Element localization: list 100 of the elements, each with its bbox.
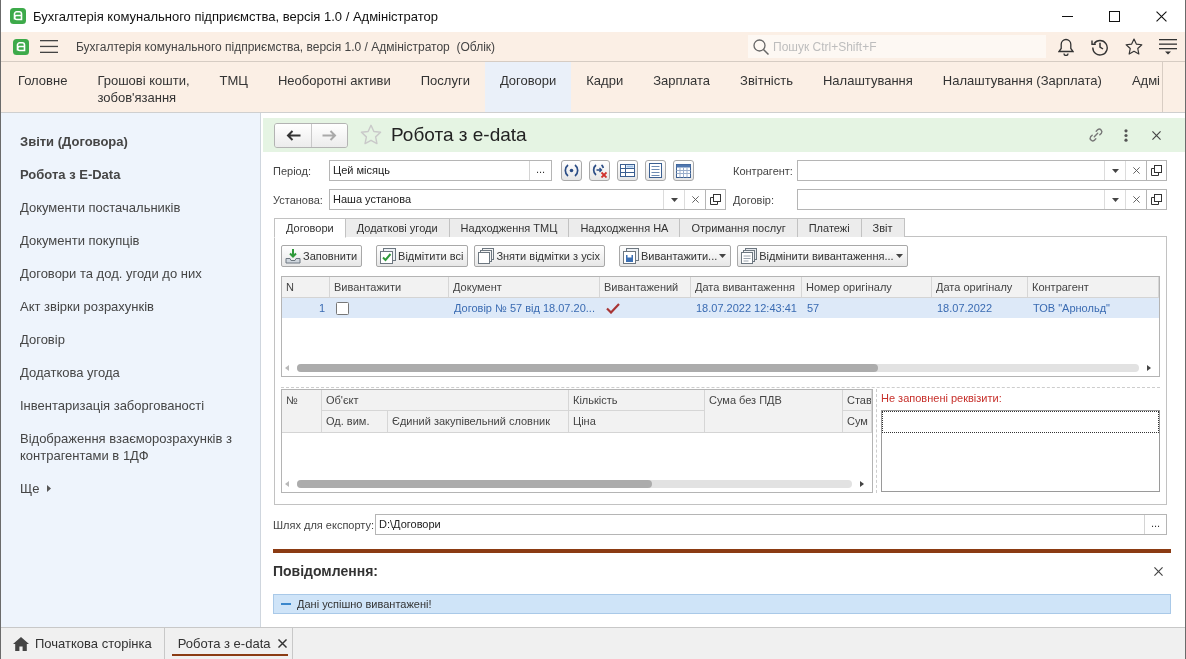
open-button[interactable] (1146, 189, 1167, 210)
section-tab[interactable]: Кадри (571, 62, 639, 112)
clear-icon[interactable] (1132, 167, 1140, 174)
section-tab[interactable]: Грошові кошти, зобов'язання (82, 62, 205, 112)
column-header[interactable]: Кількість (569, 390, 705, 411)
column-header[interactable]: Сум (843, 411, 872, 432)
section-tab[interactable]: Послуги (405, 62, 485, 112)
command-button[interactable]: Відмітити всі (376, 245, 469, 267)
close-icon[interactable] (278, 639, 288, 648)
section-tab[interactable]: ТМЦ (204, 62, 263, 112)
sidebar-item[interactable]: Інвентаризація заборгованості (1, 389, 260, 422)
close-icon[interactable] (1156, 10, 1167, 22)
toolbar-button[interactable] (673, 160, 694, 181)
list-menu-icon[interactable] (1159, 38, 1177, 55)
dropdown-caret-icon[interactable] (1111, 168, 1119, 173)
more-icon[interactable] (1124, 128, 1128, 142)
column-header[interactable]: Об'єкт (322, 390, 569, 411)
toolbar-button[interactable] (589, 160, 610, 181)
back-button[interactable] (275, 123, 311, 147)
command-button[interactable]: Зняти відмітки з усіх (474, 245, 605, 267)
close-icon[interactable] (1154, 566, 1163, 576)
caret-icon (719, 254, 727, 258)
checked-box-icon (380, 248, 397, 264)
menu-button[interactable]: Вивантажити... (619, 245, 732, 267)
table-cell-text: 1 (317, 301, 326, 316)
star-icon[interactable] (1125, 37, 1143, 56)
table-row[interactable]: 1 Договір № 57 від 18.07.20... 18.07.2022 12:43:41 57 18.07.2022 ТОВ "Арнольд" (282, 298, 1159, 318)
section-tab[interactable]: Адмі (1116, 62, 1162, 112)
tab[interactable]: Отримання послуг (679, 218, 798, 237)
sidebar-item[interactable]: Документи покупців (1, 224, 260, 257)
tab[interactable]: Додаткові угоди (344, 218, 450, 237)
toolbar-button[interactable] (617, 160, 638, 181)
sidebar-item[interactable]: Додаткова угода (1, 356, 260, 389)
column-header[interactable]: Од. вим. (322, 411, 388, 432)
messages-title: Повідомлення: (273, 563, 378, 579)
column-header[interactable]: Став (843, 390, 872, 411)
section-tab[interactable]: Налаштування (808, 62, 928, 112)
search-field[interactable]: Пошук Ctrl+Shift+F (748, 35, 1046, 58)
sidebar-item[interactable]: Акт звірки розрахунків (1, 290, 260, 323)
column-header[interactable]: Контрагент (1028, 277, 1159, 297)
link-icon[interactable] (1088, 127, 1104, 143)
missing-fields-label: Не заповнені реквізити: (881, 391, 1003, 405)
section-tab[interactable]: Зарплата (638, 62, 726, 112)
column-header[interactable]: Номер оригіналу (802, 277, 932, 297)
section-tab[interactable]: Головне (3, 62, 83, 112)
select-field[interactable]: Наша установа (329, 189, 706, 210)
sidebar-item[interactable]: Робота з E-Data (1, 158, 260, 191)
clear-icon[interactable] (691, 196, 699, 203)
dropdown-caret-icon[interactable] (1111, 197, 1119, 202)
window-title: Бухгалтерія комунального підприємства, версія 1.0 / Адміністратор (33, 8, 438, 24)
tab[interactable]: Платежі (796, 218, 862, 237)
section-tab[interactable]: Налаштування (Зарплата) (927, 62, 1117, 112)
close-icon[interactable] (1151, 130, 1161, 140)
dropdown-caret-icon[interactable] (670, 197, 678, 202)
tab[interactable]: Договори (274, 218, 346, 238)
maximize-icon[interactable] (1109, 10, 1120, 22)
toolbar-button[interactable] (645, 160, 666, 181)
field-label: Період: (273, 164, 312, 177)
tab[interactable]: Звіт (860, 218, 905, 237)
command-button[interactable]: Заповнити (281, 245, 363, 267)
history-icon[interactable] (1091, 37, 1109, 56)
path-field[interactable]: D:\Договори ... (375, 514, 1167, 535)
column-header[interactable]: Документ (449, 277, 600, 297)
column-header[interactable]: Дата вивантаження (691, 277, 802, 297)
section-tab[interactable]: Звітність (725, 62, 808, 112)
section-tab[interactable]: Необоротні активи (262, 62, 406, 112)
field-label: Шлях для експорту: (273, 518, 375, 531)
column-header[interactable]: № (282, 390, 322, 432)
broadcast-icon (564, 164, 579, 177)
tab[interactable]: Надходження ТМЦ (448, 218, 570, 237)
section-tab[interactable]: Договори (484, 62, 572, 112)
sidebar-item[interactable]: Договір (1, 323, 260, 356)
sidebar-item[interactable]: Документи постачальників (1, 191, 260, 224)
sidebar-item[interactable]: Відображення взаєморозрахунків з контрагентами в 1ДФ (1, 422, 260, 472)
favorite-star-icon[interactable] (360, 124, 382, 146)
column-header[interactable]: Вивантажити (330, 277, 449, 297)
requisites-list[interactable] (881, 410, 1160, 492)
tab[interactable]: Надходження НА (568, 218, 681, 237)
select-field[interactable] (797, 160, 1147, 181)
app-logo-icon (13, 38, 29, 55)
checkbox[interactable] (336, 301, 349, 315)
sidebar-item[interactable]: Ще (1, 472, 260, 505)
sidebar-item[interactable]: Звіти (Договора) (1, 125, 260, 158)
open-button[interactable] (1146, 160, 1167, 181)
period-field[interactable]: Цей місяць ... (329, 160, 552, 181)
sidebar-item[interactable]: Договори та дод. угоди до них (1, 257, 260, 290)
clear-icon[interactable] (1132, 196, 1140, 203)
bell-icon[interactable] (1058, 37, 1074, 56)
minimize-icon[interactable] (1062, 15, 1073, 17)
menu-icon[interactable] (40, 40, 58, 53)
select-field[interactable] (797, 189, 1147, 210)
open-button[interactable] (705, 189, 726, 210)
column-header[interactable]: Сума без ПДВ (705, 390, 843, 432)
toolbar-button[interactable] (561, 160, 582, 181)
column-header[interactable]: Вивантажений (600, 277, 691, 297)
column-header[interactable]: Єдиний закупівельний словник (388, 411, 569, 432)
column-header[interactable]: N (282, 277, 330, 297)
menu-button[interactable]: Відмінити вивантаження... (737, 245, 908, 267)
column-header[interactable]: Ціна (569, 411, 705, 432)
column-header[interactable]: Дата оригіналу (932, 277, 1028, 297)
